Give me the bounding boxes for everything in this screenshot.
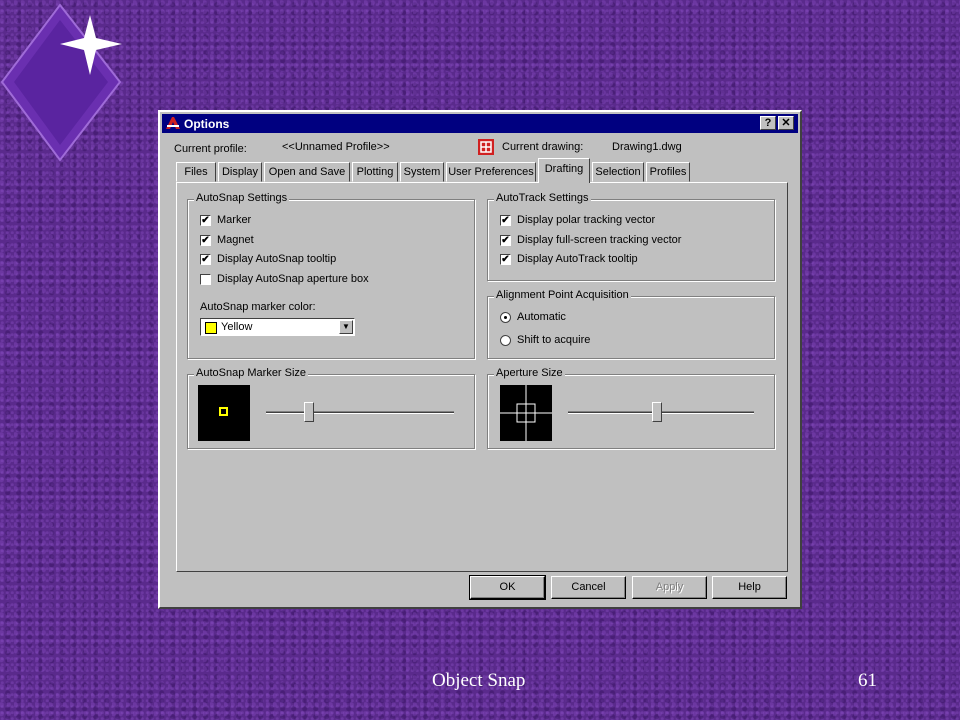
marker-size-track <box>266 411 454 414</box>
tab-open-and-save[interactable]: Open and Save <box>264 162 350 182</box>
check-mark: ✔ <box>501 235 510 246</box>
help-title-button[interactable]: ? <box>760 116 776 130</box>
current-drawing-label: Current drawing: <box>502 141 584 153</box>
alignment-point-group: Alignment Point Acquisition Automatic Sh… <box>487 289 775 359</box>
marker-size-slider[interactable] <box>304 402 315 422</box>
aperture-size-slider[interactable] <box>652 402 663 422</box>
check-mark: ✔ <box>501 215 510 226</box>
aperture-size-preview <box>500 385 552 441</box>
check-mark: ✔ <box>201 254 210 265</box>
marker-label: Marker <box>217 214 252 226</box>
marker-color-value: Yellow <box>221 321 253 333</box>
ok-button[interactable]: OK <box>469 575 546 600</box>
close-button[interactable]: ✕ <box>778 116 794 130</box>
drafting-panel: AutoSnap Settings ✔ Marker ✔ Magnet ✔ Di… <box>176 182 788 572</box>
options-dialog: Options ? ✕ Current profile: <<Unnamed P… <box>158 110 802 609</box>
autotrack-settings-title: AutoTrack Settings <box>494 192 591 204</box>
autosnap-settings-title: AutoSnap Settings <box>194 192 290 204</box>
check-mark: ✔ <box>201 215 210 226</box>
aperture-size-title: Aperture Size <box>494 367 565 379</box>
full-screen-tracking-label: Display full-screen tracking vector <box>517 234 682 246</box>
magnet-label: Magnet <box>217 234 254 246</box>
apply-button[interactable]: Apply <box>632 576 707 599</box>
current-drawing-value: Drawing1.dwg <box>612 141 682 153</box>
aperture-size-group: Aperture Size <box>487 367 775 449</box>
check-mark: ✔ <box>501 254 510 265</box>
help-button[interactable]: Help <box>712 576 787 599</box>
polar-tracking-checkbox[interactable]: ✔ <box>500 215 511 226</box>
title-bar: Options ? ✕ <box>162 114 798 133</box>
check-mark: ✔ <box>201 235 210 246</box>
automatic-radio[interactable] <box>500 312 511 323</box>
shift-to-acquire-label: Shift to acquire <box>517 334 591 346</box>
color-swatch <box>205 322 217 334</box>
slide-number: 61 <box>858 670 877 691</box>
polar-tracking-label: Display polar tracking vector <box>517 214 656 226</box>
slide-title: Object Snap <box>432 670 526 691</box>
tab-system[interactable]: System <box>400 162 444 182</box>
tab-display[interactable]: Display <box>218 162 262 182</box>
marker-size-preview <box>198 385 250 441</box>
autosnap-tooltip-checkbox[interactable]: ✔ <box>200 254 211 265</box>
drawing-icon <box>478 139 494 155</box>
autosnap-settings-group: AutoSnap Settings ✔ Marker ✔ Magnet ✔ Di… <box>187 192 475 359</box>
autotrack-tooltip-label: Display AutoTrack tooltip <box>517 253 638 265</box>
autotrack-settings-group: AutoTrack Settings ✔ Display polar track… <box>487 192 775 281</box>
tab-files[interactable]: Files <box>176 162 216 182</box>
window-title: Options <box>184 117 230 131</box>
marker-color-label: AutoSnap marker color: <box>200 301 316 313</box>
current-profile-label: Current profile: <box>174 143 247 155</box>
autocad-icon <box>166 117 180 129</box>
marker-square <box>219 407 228 416</box>
tab-profiles[interactable]: Profiles <box>646 162 690 182</box>
marker-color-dropdown[interactable]: Yellow ▼ <box>200 318 355 336</box>
tab-user-preferences[interactable]: User Preferences <box>446 162 536 182</box>
marker-size-title: AutoSnap Marker Size <box>194 367 309 379</box>
aperture-box-checkbox[interactable] <box>200 274 211 285</box>
marker-checkbox[interactable]: ✔ <box>200 215 211 226</box>
magnet-checkbox[interactable]: ✔ <box>200 235 211 246</box>
marker-size-group: AutoSnap Marker Size <box>187 367 475 449</box>
diamond-star-decoration <box>0 3 122 162</box>
chevron-down-icon[interactable]: ▼ <box>339 320 353 334</box>
autotrack-tooltip-checkbox[interactable]: ✔ <box>500 254 511 265</box>
aperture-box-label: Display AutoSnap aperture box <box>217 273 369 285</box>
tab-plotting[interactable]: Plotting <box>352 162 398 182</box>
autosnap-tooltip-label: Display AutoSnap tooltip <box>217 253 337 265</box>
shift-to-acquire-radio[interactable] <box>500 335 511 346</box>
cancel-button[interactable]: Cancel <box>551 576 626 599</box>
current-profile-value: <<Unnamed Profile>> <box>282 141 390 153</box>
alignment-point-title: Alignment Point Acquisition <box>494 289 631 301</box>
full-screen-tracking-checkbox[interactable]: ✔ <box>500 235 511 246</box>
tab-drafting[interactable]: Drafting <box>538 158 590 183</box>
tab-selection[interactable]: Selection <box>592 162 644 182</box>
aperture-crosshair-icon <box>500 385 552 441</box>
automatic-label: Automatic <box>517 311 566 323</box>
